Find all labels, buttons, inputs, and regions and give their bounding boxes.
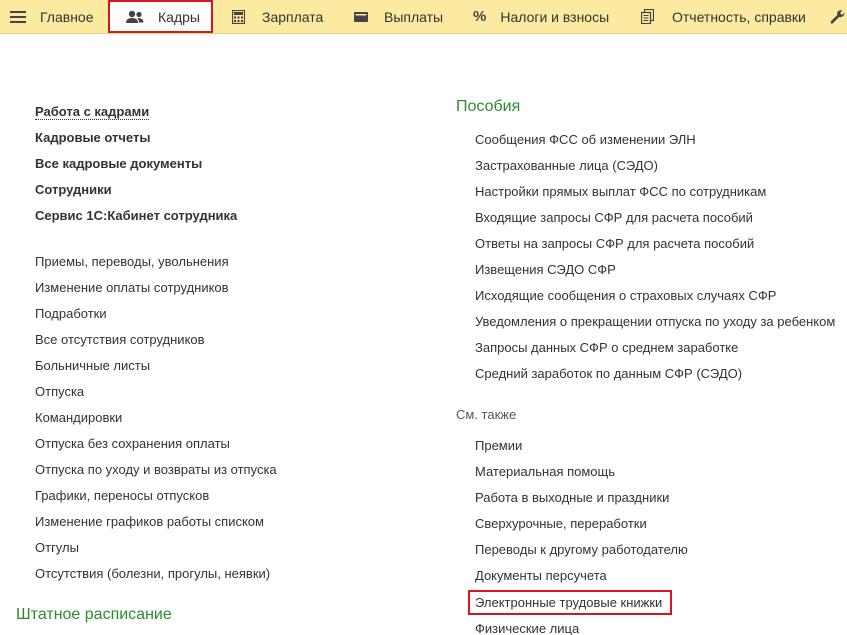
link-fss-eln-messages[interactable]: Сообщения ФСС об изменении ЭЛН xyxy=(475,132,696,148)
section-salary-label: Зарплата xyxy=(262,8,324,25)
section-main[interactable]: Главное xyxy=(10,0,94,33)
link-hr-reports[interactable]: Кадровые отчеты xyxy=(35,130,150,146)
see-also-heading: См. также xyxy=(456,407,517,422)
link-outgoing-insurance-messages[interactable]: Исходящие сообщения о страховых случаях … xyxy=(475,288,776,304)
group-title-staffing: Штатное расписание xyxy=(16,606,172,623)
section-settings[interactable] xyxy=(830,0,846,33)
link-work-schedule-changes[interactable]: Изменение графиков работы списком xyxy=(35,514,264,530)
link-time-off[interactable]: Отгулы xyxy=(35,540,79,556)
section-reports[interactable]: Отчетность, справки xyxy=(641,0,806,33)
section-taxes-label: Налоги и взносы xyxy=(500,8,610,25)
link-hr-work[interactable]: Работа с кадрами xyxy=(35,104,150,120)
link-weekend-work[interactable]: Работа в выходные и праздники xyxy=(475,490,669,506)
calculator-icon xyxy=(232,9,245,24)
link-bonuses[interactable]: Премии xyxy=(475,438,522,454)
link-side-jobs[interactable]: Подработки xyxy=(35,306,107,322)
section-panel: Главное Кадры Зарплата Выплаты % Налоги … xyxy=(0,0,847,34)
section-taxes[interactable]: % Налоги и взносы xyxy=(473,0,609,33)
section-hr-label: Кадры xyxy=(158,8,200,25)
users-icon xyxy=(126,10,144,24)
section-reports-label: Отчетность, справки xyxy=(672,8,806,25)
link-parental-leaves[interactable]: Отпуска по уходу и возвраты из отпуска xyxy=(35,462,277,478)
link-all-absences[interactable]: Все отсутствия сотрудников xyxy=(35,332,205,348)
link-average-earnings-sedo[interactable]: Средний заработок по данным СФР (СЭДО) xyxy=(475,366,742,382)
link-employer-transfers[interactable]: Переводы к другому работодателю xyxy=(475,542,688,558)
link-employee-cabinet-service[interactable]: Сервис 1С:Кабинет сотрудника xyxy=(35,208,237,224)
section-payments[interactable]: Выплаты xyxy=(354,0,443,33)
link-employees[interactable]: Сотрудники xyxy=(35,182,112,198)
percent-icon: % xyxy=(473,8,487,25)
link-incoming-sfr-requests[interactable]: Входящие запросы СФР для расчета пособий xyxy=(475,210,753,226)
link-sfr-request-answers[interactable]: Ответы на запросы СФР для расчета пособи… xyxy=(475,236,754,252)
link-absences[interactable]: Отсутствия (болезни, прогулы, неявки) xyxy=(35,566,270,582)
link-sick-leaves[interactable]: Больничные листы xyxy=(35,358,150,374)
section-payments-label: Выплаты xyxy=(384,8,444,25)
link-sedo-notices[interactable]: Извещения СЭДО СФР xyxy=(475,262,616,278)
link-insured-persons[interactable]: Застрахованные лица (СЭДО) xyxy=(475,158,658,174)
link-parental-leave-end-notices[interactable]: Уведомления о прекращении отпуска по ухо… xyxy=(475,314,835,330)
section-hr[interactable]: Кадры xyxy=(126,0,200,33)
section-main-label: Главное xyxy=(40,8,94,25)
link-vacations[interactable]: Отпуска xyxy=(35,384,84,400)
link-hirings-transfers[interactable]: Приемы, переводы, увольнения xyxy=(35,254,229,270)
link-direct-payment-settings[interactable]: Настройки прямых выплат ФСС по сотрудник… xyxy=(475,184,766,200)
link-material-aid[interactable]: Материальная помощь xyxy=(475,464,615,480)
link-individuals[interactable]: Физические лица xyxy=(475,621,579,635)
link-pay-changes[interactable]: Изменение оплаты сотрудников xyxy=(35,280,229,296)
link-personal-records-docs[interactable]: Документы персучета xyxy=(475,568,607,584)
documents-icon xyxy=(641,9,654,24)
wrench-icon xyxy=(830,9,846,25)
section-salary[interactable]: Зарплата xyxy=(232,0,323,33)
link-business-trips[interactable]: Командировки xyxy=(35,410,122,426)
link-electronic-work-books[interactable]: Электронные трудовые книжки xyxy=(475,595,662,611)
group-title-benefits: Пособия xyxy=(456,98,521,115)
link-all-hr-documents[interactable]: Все кадровые документы xyxy=(35,156,202,172)
wallet-icon xyxy=(354,11,368,23)
link-average-earnings-requests[interactable]: Запросы данных СФР о среднем заработке xyxy=(475,340,738,356)
menu-icon xyxy=(10,10,26,24)
link-vacation-schedules[interactable]: Графики, переносы отпусков xyxy=(35,488,209,504)
link-overtime[interactable]: Сверхурочные, переработки xyxy=(475,516,647,532)
link-unpaid-leaves[interactable]: Отпуска без сохранения оплаты xyxy=(35,436,230,452)
